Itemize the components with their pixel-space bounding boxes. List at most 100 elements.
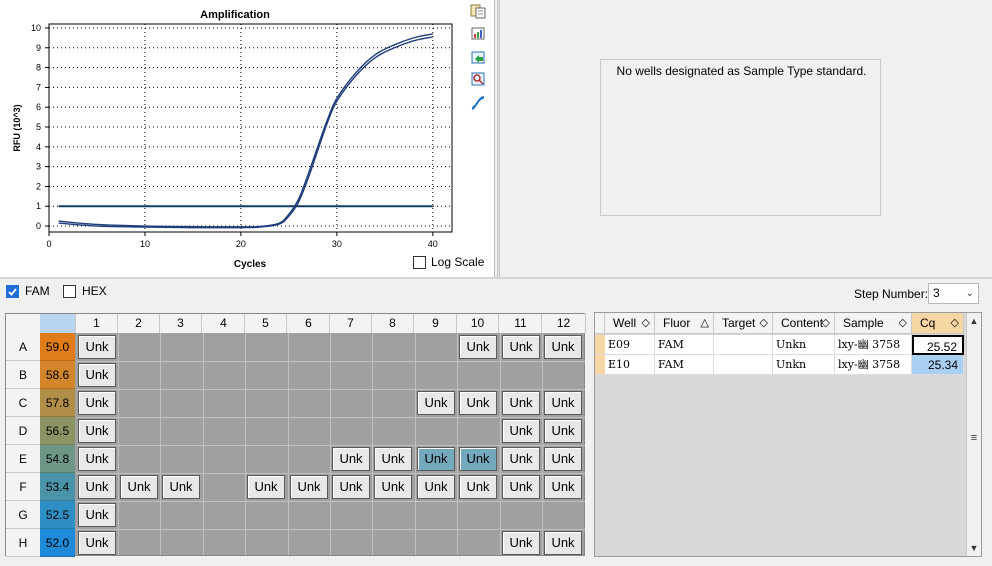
cell-target[interactable]: [714, 355, 773, 375]
log-scale-checkbox[interactable]: [413, 255, 426, 269]
row-header-E[interactable]: E: [6, 445, 40, 473]
fam-checkbox-group[interactable]: FAM: [6, 284, 50, 298]
well-E7[interactable]: Unk: [332, 447, 370, 471]
column-header-target[interactable]: Target ◇: [714, 313, 773, 334]
column-header-10[interactable]: 10: [457, 314, 499, 333]
row-header-A[interactable]: A: [6, 333, 40, 361]
well-F1[interactable]: Unk: [78, 475, 116, 499]
column-header-7[interactable]: 7: [330, 314, 372, 333]
well-D11[interactable]: Unk: [502, 419, 540, 443]
cell-content[interactable]: Unkn: [773, 355, 835, 375]
well-G1[interactable]: Unk: [78, 503, 116, 527]
well-F6[interactable]: Unk: [290, 475, 328, 499]
zoom-icon[interactable]: [469, 70, 487, 88]
well-E8[interactable]: Unk: [374, 447, 412, 471]
column-header-11[interactable]: 11: [500, 314, 542, 333]
cell-sample[interactable]: lxy-幽 3758: [835, 355, 912, 375]
scroll-grip-icon[interactable]: ≡: [967, 431, 981, 445]
well-E11[interactable]: Unk: [502, 447, 540, 471]
plate-corner-select-all[interactable]: [40, 314, 75, 333]
column-header-5[interactable]: 5: [245, 314, 287, 333]
well-A12[interactable]: Unk: [544, 335, 582, 359]
well-A10[interactable]: Unk: [459, 335, 497, 359]
sort-icon[interactable]: ◇: [760, 313, 768, 334]
well-E9[interactable]: Unk: [417, 447, 455, 471]
well-F9[interactable]: Unk: [417, 475, 455, 499]
hex-checkbox-group[interactable]: HEX: [63, 284, 107, 298]
row-header-H[interactable]: H: [6, 529, 40, 557]
well-F8[interactable]: Unk: [374, 475, 412, 499]
cell-content[interactable]: Unkn: [773, 335, 835, 355]
column-header-1[interactable]: 1: [76, 314, 118, 333]
cell-sample[interactable]: lxy-幽 3758: [835, 335, 912, 355]
cell-fluor[interactable]: FAM: [655, 355, 714, 375]
column-header-cq[interactable]: Cq ◇: [912, 313, 964, 334]
well-F3[interactable]: Unk: [162, 475, 200, 499]
well-A11[interactable]: Unk: [502, 335, 540, 359]
cell-target[interactable]: [714, 335, 773, 355]
well-H1[interactable]: Unk: [78, 531, 116, 555]
row-header-C[interactable]: C: [6, 389, 40, 417]
well-E1[interactable]: Unk: [78, 447, 116, 471]
column-header-2[interactable]: 2: [118, 314, 160, 333]
scroll-down-icon[interactable]: ▼: [967, 541, 981, 555]
column-header-fluor[interactable]: Fluor △: [655, 313, 714, 334]
column-header-8[interactable]: 8: [372, 314, 414, 333]
well-D1[interactable]: Unk: [78, 419, 116, 443]
column-header-6[interactable]: 6: [288, 314, 330, 333]
well-C9[interactable]: Unk: [417, 391, 455, 415]
sort-icon[interactable]: ◇: [642, 313, 650, 334]
column-header-9[interactable]: 9: [415, 314, 457, 333]
export-icon[interactable]: [469, 48, 487, 66]
sort-icon[interactable]: ◇: [899, 313, 907, 334]
hex-checkbox[interactable]: [63, 284, 76, 298]
row-handle[interactable]: [595, 355, 605, 375]
well-F10[interactable]: Unk: [459, 475, 497, 499]
well-D12[interactable]: Unk: [544, 419, 582, 443]
column-header-content[interactable]: Content ◇: [773, 313, 835, 334]
well-F12[interactable]: Unk: [544, 475, 582, 499]
sort-icon[interactable]: ◇: [822, 313, 830, 334]
column-header-well[interactable]: Well ◇: [605, 313, 655, 334]
column-header-sample[interactable]: Sample ◇: [835, 313, 912, 334]
results-vertical-scrollbar[interactable]: ▲ ≡ ▼: [966, 313, 981, 556]
row-header-B[interactable]: B: [6, 361, 40, 389]
well-F2[interactable]: Unk: [120, 475, 158, 499]
sort-icon[interactable]: △: [701, 313, 709, 334]
chart-settings-icon[interactable]: [469, 24, 487, 42]
cell-well[interactable]: E09: [605, 335, 655, 355]
row-header-D[interactable]: D: [6, 417, 40, 445]
well-F11[interactable]: Unk: [502, 475, 540, 499]
well-F5[interactable]: Unk: [247, 475, 285, 499]
column-header-12[interactable]: 12: [542, 314, 586, 333]
fam-checkbox[interactable]: [6, 284, 19, 298]
row-header-G[interactable]: G: [6, 501, 40, 529]
well-H11[interactable]: Unk: [502, 531, 540, 555]
scroll-up-icon[interactable]: ▲: [967, 314, 981, 328]
well-H12[interactable]: Unk: [544, 531, 582, 555]
well-C1[interactable]: Unk: [78, 391, 116, 415]
cell-cq[interactable]: 25.52: [912, 335, 964, 355]
column-header-3[interactable]: 3: [160, 314, 202, 333]
curve-icon[interactable]: [469, 94, 487, 112]
grid-divider: [76, 389, 585, 390]
amplification-chart[interactable]: Amplification RFU (10^3) Cycles 0 10 20 30 4…: [0, 0, 466, 277]
well-E10[interactable]: Unk: [459, 447, 497, 471]
log-scale-toggle[interactable]: Log Scale: [413, 255, 484, 269]
well-C12[interactable]: Unk: [544, 391, 582, 415]
sort-icon[interactable]: ◇: [951, 313, 959, 334]
cell-cq[interactable]: 25.34: [912, 355, 964, 375]
well-F7[interactable]: Unk: [332, 475, 370, 499]
copy-icon[interactable]: [469, 2, 487, 20]
well-B1[interactable]: Unk: [78, 363, 116, 387]
column-header-4[interactable]: 4: [203, 314, 245, 333]
well-C10[interactable]: Unk: [459, 391, 497, 415]
well-C11[interactable]: Unk: [502, 391, 540, 415]
cell-fluor[interactable]: FAM: [655, 335, 714, 355]
cell-well[interactable]: E10: [605, 355, 655, 375]
step-number-select[interactable]: 3 ⌄: [928, 283, 979, 304]
well-A1[interactable]: Unk: [78, 335, 116, 359]
row-header-F[interactable]: F: [6, 473, 40, 501]
row-handle[interactable]: [595, 335, 605, 355]
well-E12[interactable]: Unk: [544, 447, 582, 471]
